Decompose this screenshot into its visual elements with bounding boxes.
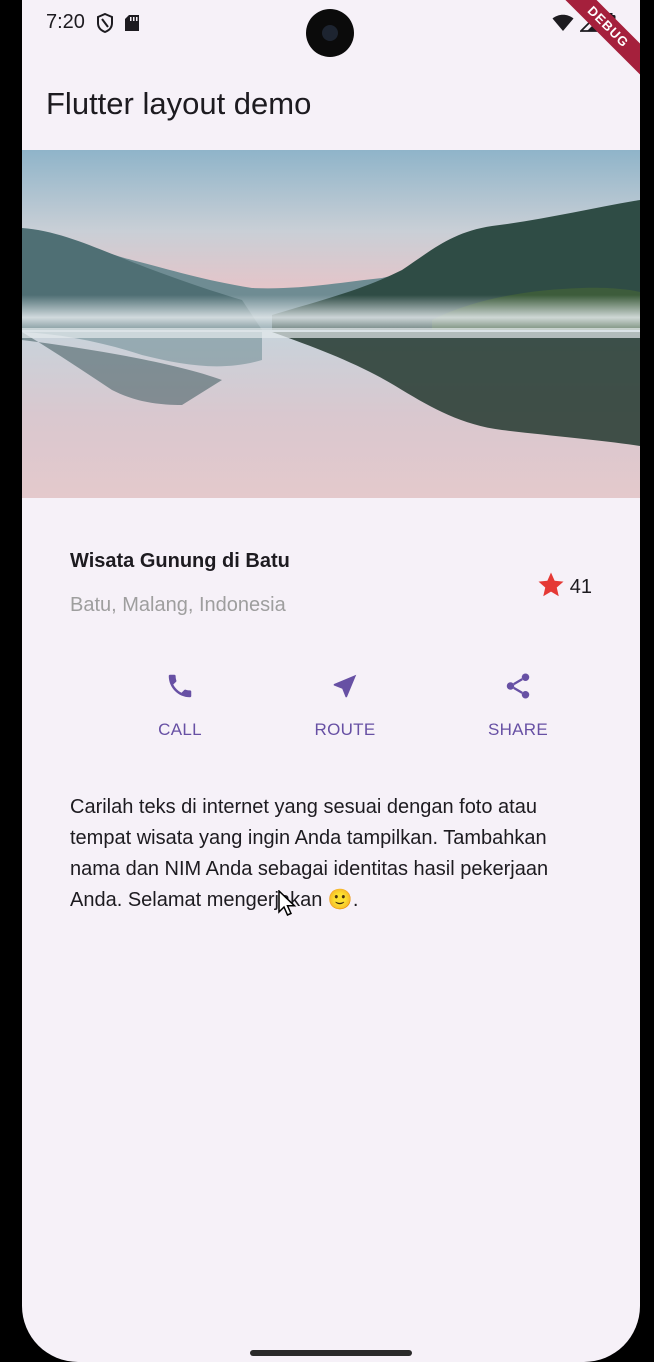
hero-image — [22, 150, 640, 498]
share-button[interactable]: SHARE — [458, 668, 578, 740]
mouse-cursor-icon — [278, 889, 298, 923]
rating-count: 41 — [569, 576, 592, 598]
rating: 41 — [536, 570, 592, 605]
navigation-icon — [285, 668, 405, 704]
status-bar: 7:20 DEBUG — [22, 0, 640, 85]
call-label: CALL — [158, 720, 202, 739]
star-icon[interactable] — [536, 570, 566, 605]
device-frame: 7:20 DEBUG Flutter layout demo Wisata Gu… — [0, 0, 654, 1362]
route-button[interactable]: ROUTE — [285, 668, 405, 740]
status-time: 7:20 — [46, 11, 85, 33]
description-text: Carilah teks di internet yang sesuai den… — [70, 796, 549, 911]
share-label: SHARE — [487, 720, 549, 739]
share-icon — [458, 668, 578, 704]
status-left-icons — [96, 12, 140, 38]
wifi-icon — [552, 14, 574, 37]
phone-icon — [120, 668, 240, 704]
mountain-lake-photo — [22, 150, 640, 498]
shield-icon — [96, 12, 114, 38]
sd-card-icon — [124, 14, 140, 37]
app-bar: Flutter layout demo — [22, 72, 640, 144]
place-location: Batu, Malang, Indonesia — [70, 594, 286, 616]
call-button[interactable]: CALL — [120, 668, 240, 740]
app-screen: 7:20 DEBUG Flutter layout demo Wisata Gu… — [22, 0, 640, 1362]
button-section: CALL ROUTE SHARE — [70, 668, 592, 748]
app-bar-title: Flutter layout demo — [46, 86, 312, 121]
front-camera — [306, 9, 354, 57]
home-indicator[interactable] — [250, 1350, 412, 1356]
title-section: Wisata Gunung di Batu Batu, Malang, Indo… — [70, 540, 592, 630]
place-title: Wisata Gunung di Batu — [70, 550, 290, 572]
route-label: ROUTE — [314, 720, 376, 739]
